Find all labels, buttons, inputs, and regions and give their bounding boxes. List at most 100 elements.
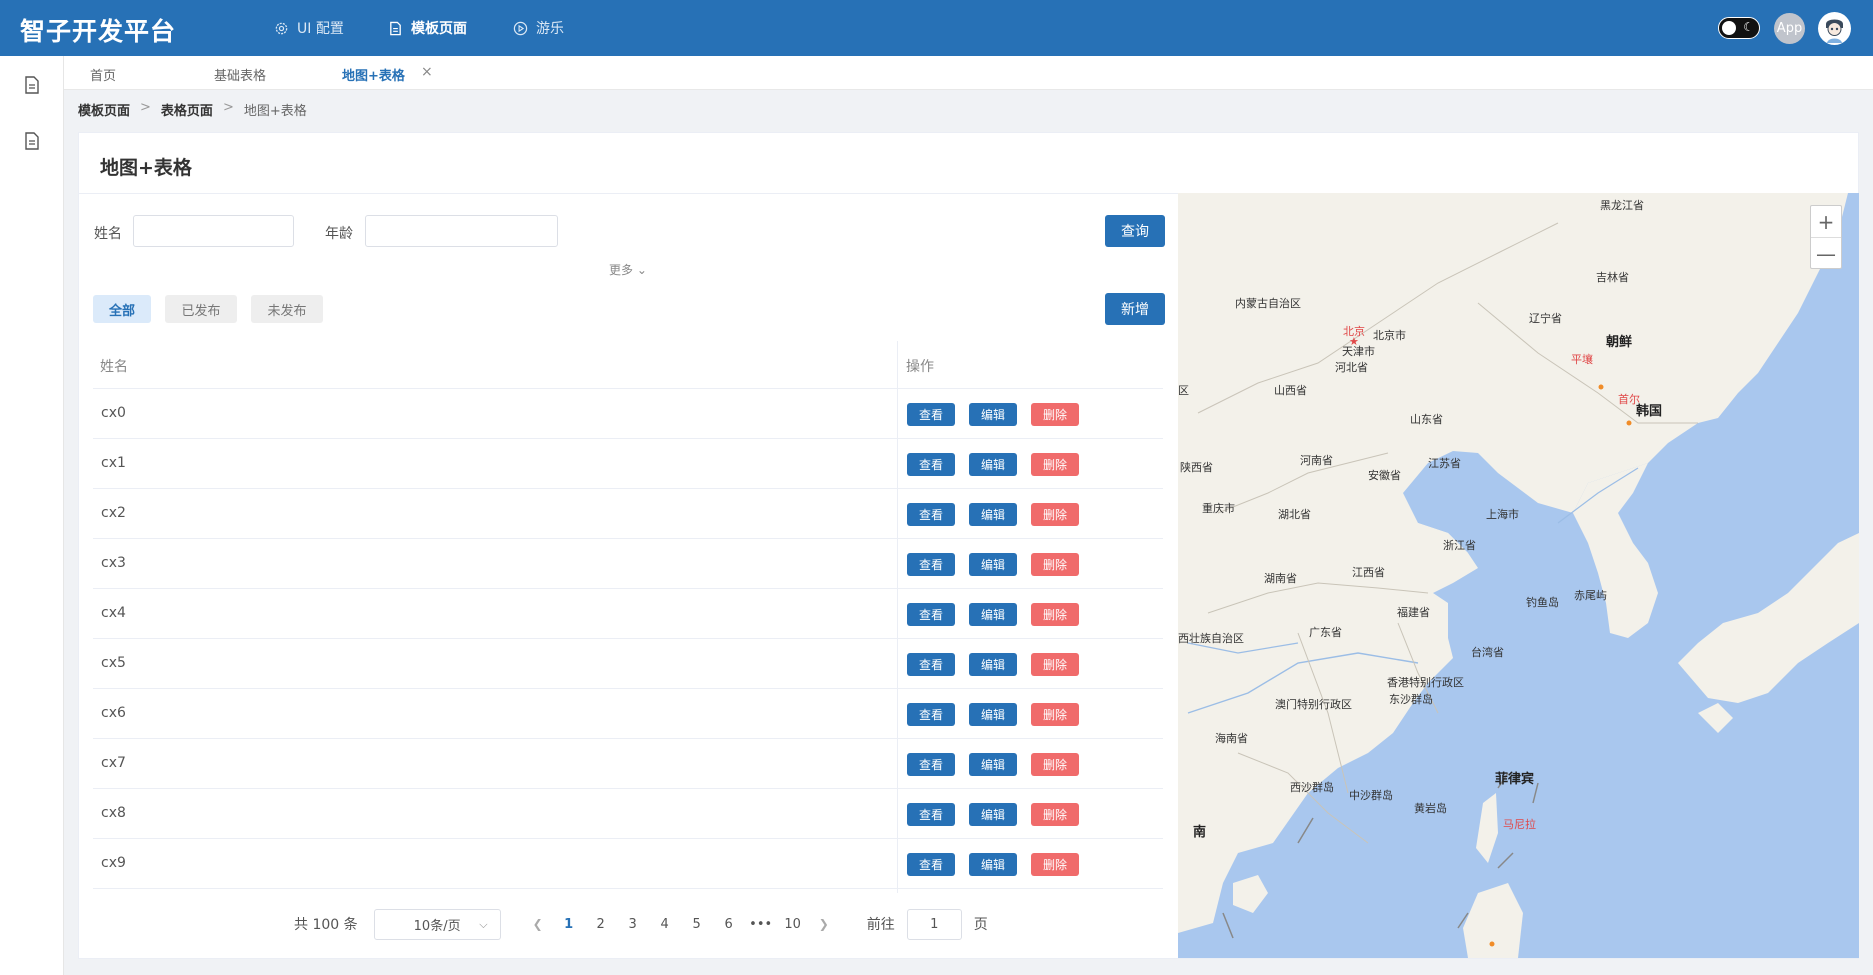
map-view[interactable]: ★ 黑龙江省 吉林省 内蒙古自治区 辽宁省 北京 北京市 天津市 朝鲜 平壤 河北省 山西省 首尔 韩国… <box>1178 193 1859 958</box>
gear-icon <box>275 22 288 34</box>
delete-button[interactable]: 删除 <box>1031 603 1079 626</box>
delete-button[interactable]: 删除 <box>1031 703 1079 726</box>
breadcrumb-current: 地图+表格 <box>243 104 307 119</box>
table-row: cx2 查看 编辑 删除 <box>93 489 1163 539</box>
map-label-taiwan: 台湾省 <box>1471 646 1504 659</box>
view-button[interactable]: 查看 <box>907 703 955 726</box>
filter-unpublished[interactable]: 未发布 <box>251 295 323 323</box>
map-label-hongkong: 香港特别行政区 <box>1387 676 1464 689</box>
view-button[interactable]: 查看 <box>907 753 955 776</box>
view-button[interactable]: 查看 <box>907 603 955 626</box>
delete-button[interactable]: 删除 <box>1031 803 1079 826</box>
sidebar-document-icon[interactable] <box>24 132 40 150</box>
edit-button[interactable]: 编辑 <box>969 553 1017 576</box>
delete-button[interactable]: 删除 <box>1031 453 1079 476</box>
page-number[interactable]: 6 <box>713 917 745 932</box>
edit-button[interactable]: 编辑 <box>969 503 1017 526</box>
view-button[interactable]: 查看 <box>907 803 955 826</box>
nav-play[interactable]: 游乐 <box>513 18 564 38</box>
edit-button[interactable]: 编辑 <box>969 653 1017 676</box>
delete-button[interactable]: 删除 <box>1031 853 1079 876</box>
map-label-hebei: 河北省 <box>1335 361 1368 374</box>
view-button[interactable]: 查看 <box>907 653 955 676</box>
sidebar-document-icon[interactable] <box>24 76 40 94</box>
filter-all[interactable]: 全部 <box>93 295 151 323</box>
map-label-neimenggu: 内蒙古自治区 <box>1235 297 1301 310</box>
page-number[interactable]: ••• <box>745 917 777 932</box>
breadcrumb-table-pages[interactable]: 表格页面 <box>161 100 213 119</box>
table-row: cx6 查看 编辑 删除 <box>93 689 1163 739</box>
avatar-icon <box>1818 12 1851 45</box>
edit-button[interactable]: 编辑 <box>969 803 1017 826</box>
view-button[interactable]: 查看 <box>907 853 955 876</box>
edit-button[interactable]: 编辑 <box>969 453 1017 476</box>
app-badge[interactable]: App <box>1774 13 1805 44</box>
goto-page-input[interactable]: 1 <box>906 908 962 940</box>
page-number[interactable]: 1 <box>553 917 585 932</box>
view-button[interactable]: 查看 <box>907 403 955 426</box>
page-number[interactable]: 4 <box>649 917 681 932</box>
filter-published[interactable]: 已发布 <box>165 295 237 323</box>
table-row: cx1 查看 编辑 删除 <box>93 439 1163 489</box>
query-button[interactable]: 查询 <box>1105 215 1165 247</box>
edit-button[interactable]: 编辑 <box>969 603 1017 626</box>
map-label-qu: 区 <box>1178 384 1189 397</box>
map-label-chaoxian: 朝鲜 <box>1606 335 1633 350</box>
map-label-hainan: 海南省 <box>1215 732 1248 745</box>
page-number[interactable]: 5 <box>681 917 713 932</box>
prev-page-icon[interactable]: ❮ <box>533 917 543 931</box>
view-button[interactable]: 查看 <box>907 453 955 476</box>
dark-mode-toggle[interactable]: ☾ <box>1718 17 1760 39</box>
delete-button[interactable]: 删除 <box>1031 503 1079 526</box>
chevron-down-icon: ⌵ <box>479 917 488 931</box>
delete-button[interactable]: 删除 <box>1031 753 1079 776</box>
page-size-select[interactable]: 10条/页 ⌵ <box>373 908 501 940</box>
edit-button[interactable]: 编辑 <box>969 853 1017 876</box>
row-name: cx4 <box>101 605 126 621</box>
page-number[interactable]: 2 <box>585 917 617 932</box>
edit-button[interactable]: 编辑 <box>969 703 1017 726</box>
zoom-out-button[interactable]: — <box>1811 238 1841 270</box>
map-label-shanghai: 上海市 <box>1486 508 1519 521</box>
nav-ui-config-label: UI 配置 <box>297 21 344 37</box>
map-label-guangdong: 广东省 <box>1309 626 1342 639</box>
tab-map-table[interactable]: 地图+表格 <box>342 65 405 84</box>
age-input[interactable] <box>365 215 558 247</box>
nav-template-pages[interactable]: 模板页面 <box>388 18 467 38</box>
edit-button[interactable]: 编辑 <box>969 753 1017 776</box>
delete-button[interactable]: 删除 <box>1031 653 1079 676</box>
tab-basic-table[interactable]: 基础表格 <box>214 65 266 84</box>
page-number[interactable]: 3 <box>617 917 649 932</box>
map-label-zhongsha: 中沙群岛 <box>1349 789 1393 802</box>
name-input[interactable] <box>133 215 294 247</box>
nav-ui-config[interactable]: UI 配置 <box>274 18 344 38</box>
row-name: cx9 <box>101 855 126 871</box>
row-name: cx5 <box>101 655 126 671</box>
row-name: cx0 <box>101 405 126 421</box>
map-label-zhejiang: 浙江省 <box>1443 539 1476 552</box>
delete-button[interactable]: 删除 <box>1031 403 1079 426</box>
more-toggle[interactable]: 更多 ⌄ <box>609 261 647 278</box>
edit-button[interactable]: 编辑 <box>969 403 1017 426</box>
add-button[interactable]: 新增 <box>1105 293 1165 325</box>
view-button[interactable]: 查看 <box>907 553 955 576</box>
row-name: cx7 <box>101 755 126 771</box>
breadcrumb-template-pages[interactable]: 模板页面 <box>78 100 130 119</box>
nav-template-pages-label: 模板页面 <box>411 21 467 37</box>
delete-button[interactable]: 删除 <box>1031 553 1079 576</box>
top-header: 智子开发平台 UI 配置 模板页面 游乐 ☾ App <box>0 0 1873 56</box>
avatar[interactable] <box>1818 12 1851 45</box>
table-row: cx3 查看 编辑 删除 <box>93 539 1163 589</box>
row-name: cx1 <box>101 455 126 471</box>
map-label-guangxi: 西壮族自治区 <box>1178 632 1244 645</box>
view-button[interactable]: 查看 <box>907 503 955 526</box>
moon-icon: ☾ <box>1743 20 1754 34</box>
breadcrumb-separator: > <box>222 100 234 115</box>
close-icon[interactable]: × <box>421 64 433 80</box>
next-page-icon[interactable]: ❯ <box>819 917 829 931</box>
zoom-in-button[interactable]: + <box>1811 206 1841 238</box>
tab-home[interactable]: 首页 <box>90 65 116 84</box>
map-label-henan: 河南省 <box>1300 454 1333 467</box>
page-number[interactable]: 10 <box>777 917 809 932</box>
map-label-macau: 澳门特别行政区 <box>1275 698 1352 711</box>
